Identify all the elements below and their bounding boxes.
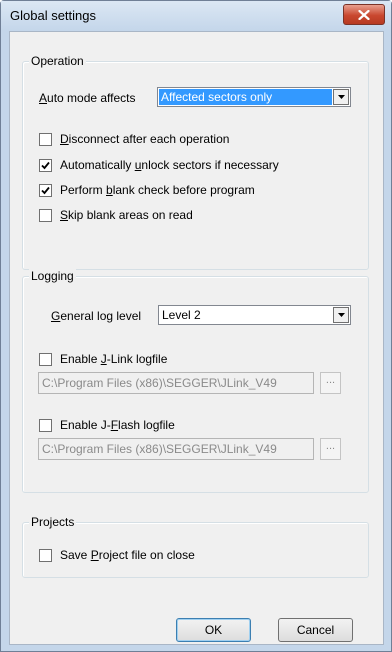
jlink-browse-button[interactable]: ... [320,372,341,394]
save-project-checkbox-row[interactable]: Save Project file on close [39,548,195,562]
log-level-value: Level 2 [162,308,201,322]
skip-blank-checkbox[interactable] [39,208,52,222]
skip-blank-checkbox-row[interactable]: Skip blank areas on read [39,208,193,222]
save-project-checkbox-label: Save Project file on close [60,548,195,562]
dialog-body: Operation Auto mode affects Affected sec… [9,31,384,645]
auto-mode-value: Affected sectors only [159,89,332,105]
auto-unlock-checkbox-row[interactable]: Automatically unlock sectors if necessar… [39,158,279,172]
close-button[interactable] [343,4,385,25]
log-level-select[interactable]: Level 2 [158,305,351,325]
jflash-logfile-path-input[interactable]: C:\Program Files (x86)\SEGGER\JLink_V49 [38,438,314,460]
logging-group: Logging General log level Level 2 Enable… [22,269,369,493]
dialog-window: Global settings Operation Auto mode affe… [0,0,392,652]
logging-group-label: Logging [29,269,76,283]
save-project-checkbox[interactable] [39,548,52,562]
ok-button[interactable]: OK [176,618,251,642]
dropdown-arrow[interactable] [333,307,349,323]
blank-check-checkbox[interactable] [39,183,52,197]
close-icon [358,9,370,20]
operation-group-label: Operation [29,54,86,68]
disconnect-checkbox-label: Disconnect after each operation [60,132,230,146]
chevron-down-icon [337,313,345,317]
jlink-logfile-checkbox-label: Enable J-Link logfile [60,352,168,366]
jlink-logfile-checkbox[interactable] [39,352,52,366]
auto-mode-select[interactable]: Affected sectors only [157,87,351,107]
dropdown-arrow[interactable] [333,89,349,105]
auto-unlock-checkbox[interactable] [39,158,52,172]
jflash-logfile-checkbox[interactable] [39,418,52,432]
operation-group: Operation Auto mode affects Affected sec… [22,54,369,270]
skip-blank-checkbox-label: Skip blank areas on read [60,208,193,222]
jlink-logfile-checkbox-row[interactable]: Enable J-Link logfile [39,352,167,366]
jflash-logfile-checkbox-row[interactable]: Enable J-Flash logfile [39,418,175,432]
jlink-logfile-path-input[interactable]: C:\Program Files (x86)\SEGGER\JLink_V49 [38,372,314,394]
checkmark-icon [41,161,50,169]
projects-group-label: Projects [29,515,77,529]
blank-check-checkbox-label: Perform blank check before program [60,183,255,197]
cancel-button[interactable]: Cancel [278,618,353,642]
auto-unlock-checkbox-label: Automatically unlock sectors if necessar… [60,158,279,172]
blank-check-checkbox-row[interactable]: Perform blank check before program [39,183,255,197]
disconnect-checkbox-row[interactable]: Disconnect after each operation [39,132,229,146]
title-bar: Global settings [1,1,391,31]
disconnect-checkbox[interactable] [39,132,52,146]
jflash-logfile-checkbox-label: Enable J-Flash logfile [60,418,175,432]
jflash-browse-button[interactable]: ... [320,438,341,460]
window-title: Global settings [10,8,96,23]
log-level-label: General log level [51,309,142,323]
projects-group: Projects Save Project file on close [22,515,369,578]
checkmark-icon [41,186,50,194]
auto-mode-label: Auto mode affects [39,91,136,105]
chevron-down-icon [337,95,345,99]
